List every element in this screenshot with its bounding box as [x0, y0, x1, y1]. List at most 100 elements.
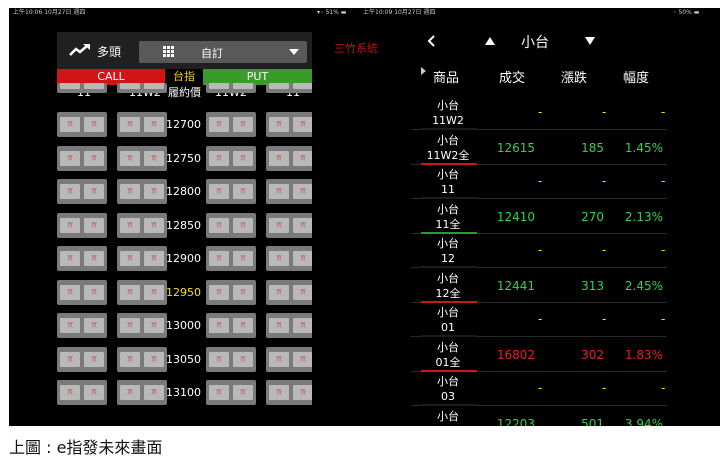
quote-box[interactable]: 買 — [120, 150, 140, 166]
quote-box[interactable]: 買 — [209, 184, 229, 199]
quote-box[interactable]: 買 — [233, 351, 253, 367]
quote-box[interactable]: 買 — [293, 318, 312, 333]
quote-box[interactable]: 買 — [269, 284, 289, 300]
quote-box[interactable]: 買 — [293, 351, 312, 367]
quote-box[interactable]: 買 — [209, 217, 229, 233]
quote-box[interactable]: 買 — [120, 284, 140, 300]
quote-box[interactable]: 買 — [209, 150, 229, 166]
quote-row[interactable]: 小台 11W2全 12615 185 1.45% — [411, 131, 667, 165]
quote-box[interactable]: 買 — [209, 385, 229, 400]
call-quote-cell[interactable]: 買買 — [117, 246, 167, 271]
quote-row[interactable]: 小台 12203 501 3.94% — [411, 407, 667, 427]
call-quote-cell[interactable]: 買買 — [117, 380, 167, 405]
sort-icon[interactable] — [421, 67, 426, 75]
quote-box[interactable]: 買 — [209, 318, 229, 333]
call-quote-cell[interactable]: 買買 — [117, 145, 167, 171]
quote-box[interactable]: 買 — [144, 318, 164, 333]
quote-box[interactable]: 買 — [84, 217, 104, 233]
quote-box[interactable]: 買 — [60, 184, 80, 199]
quote-row[interactable]: 小台 01 - - - — [411, 303, 667, 337]
quote-box[interactable]: 買 — [144, 284, 164, 300]
quote-box[interactable]: 買 — [120, 117, 140, 132]
quote-box[interactable]: 買 — [209, 251, 229, 266]
quote-box[interactable]: 買 — [60, 251, 80, 266]
call-quote-cell[interactable]: 買買 — [57, 112, 107, 137]
quote-row[interactable]: 小台 03 - - - — [411, 372, 667, 406]
put-quote-cell[interactable]: 買買 — [206, 212, 256, 238]
quote-box[interactable]: 買 — [120, 217, 140, 233]
call-quote-cell[interactable]: 買買 — [117, 313, 167, 338]
quote-box[interactable]: 買 — [233, 318, 253, 333]
quote-box[interactable]: 買 — [144, 117, 164, 132]
quote-box[interactable]: 買 — [144, 217, 164, 233]
quote-box[interactable]: 買 — [233, 385, 253, 400]
strategy-dropdown[interactable]: 自訂 — [139, 41, 307, 63]
prev-arrow-icon[interactable] — [485, 37, 495, 45]
call-quote-cell[interactable]: 買買 — [57, 145, 107, 171]
quote-box[interactable]: 買 — [269, 351, 289, 367]
quote-box[interactable]: 買 — [84, 385, 104, 400]
put-quote-cell[interactable]: 買買 — [206, 313, 256, 338]
quote-box[interactable]: 買 — [293, 117, 312, 132]
call-quote-cell[interactable]: 買買 — [117, 212, 167, 238]
quote-box[interactable]: 買 — [293, 284, 312, 300]
call-quote-cell[interactable]: 買買 — [57, 313, 107, 338]
put-quote-cell[interactable]: 買買 — [206, 279, 256, 305]
call-quote-cell[interactable] — [57, 83, 107, 93]
quote-box[interactable]: 買 — [60, 385, 80, 400]
quote-row[interactable]: 小台 01全 16802 302 1.83% — [411, 338, 667, 372]
quote-box[interactable] — [233, 83, 253, 89]
quote-box[interactable]: 買 — [120, 385, 140, 400]
call-quote-cell[interactable]: 買買 — [117, 179, 167, 204]
call-quote-cell[interactable]: 買買 — [57, 279, 107, 305]
quote-box[interactable]: 買 — [144, 351, 164, 367]
quote-box[interactable]: 買 — [144, 184, 164, 199]
quote-box[interactable] — [144, 83, 164, 89]
quote-box[interactable]: 買 — [60, 217, 80, 233]
quote-box[interactable]: 買 — [293, 251, 312, 266]
quote-box[interactable]: 買 — [60, 117, 80, 132]
put-quote-cell[interactable]: 買買 — [266, 279, 312, 305]
put-quote-cell[interactable]: 買買 — [206, 346, 256, 372]
quote-box[interactable]: 買 — [293, 150, 312, 166]
quote-row[interactable]: 小台 11全 12410 270 2.13% — [411, 200, 667, 234]
quote-box[interactable]: 買 — [84, 184, 104, 199]
quote-box[interactable]: 買 — [269, 251, 289, 266]
quote-box[interactable]: 買 — [269, 117, 289, 132]
quote-box[interactable]: 買 — [60, 351, 80, 367]
put-quote-cell[interactable]: 買買 — [206, 380, 256, 405]
quote-box[interactable]: 買 — [144, 150, 164, 166]
put-quote-cell[interactable]: 買買 — [266, 380, 312, 405]
quote-box[interactable]: 買 — [84, 117, 104, 132]
quote-box[interactable]: 買 — [233, 184, 253, 199]
quote-box[interactable]: 買 — [293, 385, 312, 400]
call-quote-cell[interactable] — [117, 83, 167, 93]
quote-box[interactable]: 買 — [233, 284, 253, 300]
col-percent[interactable]: 幅度 — [623, 67, 649, 86]
quote-box[interactable]: 買 — [84, 150, 104, 166]
put-quote-cell[interactable] — [206, 83, 256, 93]
quote-box[interactable] — [84, 83, 104, 89]
quote-row[interactable]: 小台 12 - - - — [411, 234, 667, 268]
put-quote-cell[interactable]: 買買 — [266, 112, 312, 137]
quote-box[interactable]: 買 — [233, 150, 253, 166]
put-quote-cell[interactable]: 買買 — [266, 179, 312, 204]
put-quote-cell[interactable]: 買買 — [266, 313, 312, 338]
quote-row[interactable]: 小台 11W2 - - - — [411, 96, 667, 130]
quote-box[interactable]: 買 — [120, 184, 140, 199]
quote-box[interactable]: 買 — [209, 117, 229, 132]
quote-row[interactable]: 小台 11 - - - — [411, 165, 667, 199]
quote-box[interactable]: 買 — [293, 184, 312, 199]
call-quote-cell[interactable]: 買買 — [117, 112, 167, 137]
quote-box[interactable]: 買 — [60, 318, 80, 333]
quote-box[interactable] — [293, 83, 312, 89]
quote-box[interactable]: 買 — [84, 351, 104, 367]
quote-box[interactable] — [60, 83, 80, 89]
call-quote-cell[interactable]: 買買 — [57, 380, 107, 405]
call-quote-cell[interactable]: 買買 — [57, 346, 107, 372]
quote-box[interactable]: 買 — [269, 385, 289, 400]
back-icon[interactable] — [427, 35, 435, 47]
quote-box[interactable]: 買 — [60, 284, 80, 300]
put-quote-cell[interactable]: 買買 — [206, 179, 256, 204]
trend-up-icon[interactable] — [69, 43, 91, 57]
